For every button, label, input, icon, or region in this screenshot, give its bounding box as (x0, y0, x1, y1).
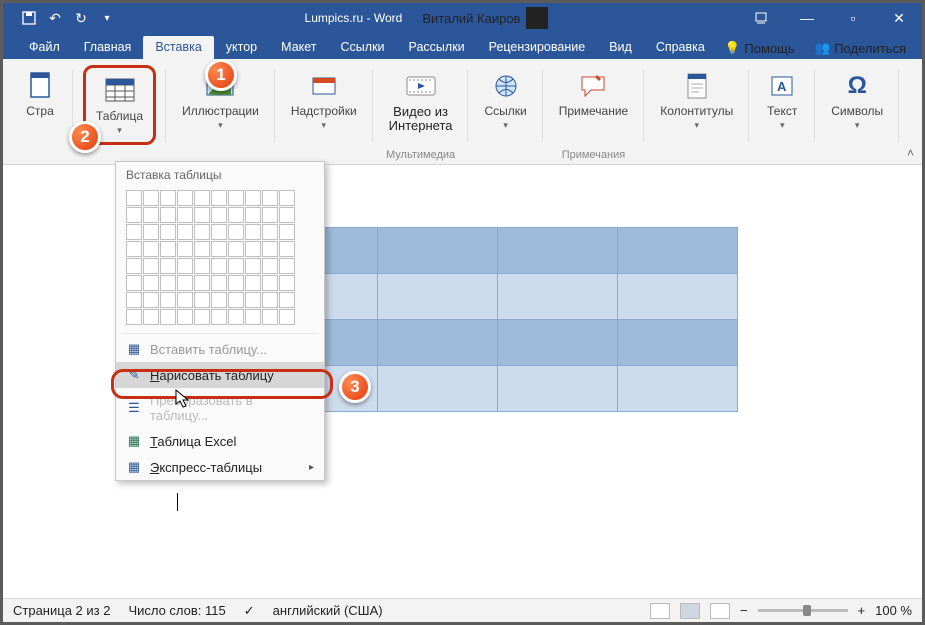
status-word-count[interactable]: Число слов: 115 (128, 603, 225, 618)
menu-draw-table[interactable]: ✎ Нарисовать таблицу (116, 362, 324, 388)
redo-icon[interactable]: ↻ (73, 10, 89, 26)
text-cursor (177, 493, 178, 511)
convert-icon: ☰ (126, 400, 142, 416)
menu-excel-table[interactable]: ▦ Таблица Excel (116, 428, 324, 454)
undo-icon[interactable]: ↶ (47, 10, 63, 26)
text-button[interactable]: A Текст ▾ (759, 65, 805, 135)
menu-quick-tables[interactable]: ▦ Экспресс-таблицы ▸ (116, 454, 324, 480)
chevron-right-icon: ▸ (309, 462, 314, 473)
callout-badge-1: 1 (205, 59, 237, 91)
share-button[interactable]: 👥 Поделиться (809, 38, 912, 59)
addins-button[interactable]: Надстройки ▾ (285, 65, 363, 135)
group-label-media: Мультимедиа (373, 149, 469, 161)
tab-design[interactable]: уктор (214, 36, 269, 59)
view-print-layout[interactable] (680, 603, 700, 619)
callout-badge-3: 3 (339, 371, 371, 403)
tab-insert[interactable]: Вставка (143, 36, 213, 59)
symbols-button[interactable]: Ω Символы ▾ (825, 65, 889, 135)
addins-icon (307, 69, 341, 103)
tab-layout[interactable]: Макет (269, 36, 328, 59)
tab-view[interactable]: Вид (597, 36, 644, 59)
quick-table-icon: ▦ (126, 459, 142, 475)
view-web-layout[interactable] (710, 603, 730, 619)
links-button[interactable]: Ссылки ▾ (478, 65, 532, 135)
avatar (526, 7, 548, 29)
pages-button[interactable]: Стра (17, 65, 63, 122)
zoom-value[interactable]: 100 % (875, 603, 912, 618)
textbox-icon: A (765, 69, 799, 103)
header-footer-icon (680, 69, 714, 103)
zoom-slider[interactable] (758, 609, 848, 612)
table-dropdown: Вставка таблицы ▦ Вставить таблицу... ✎ … (115, 161, 325, 481)
minimize-button[interactable]: — (784, 3, 830, 33)
zoom-out-button[interactable]: − (740, 603, 748, 618)
group-label-comments: Примечания (543, 149, 644, 161)
tab-home[interactable]: Главная (72, 36, 144, 59)
maximize-button[interactable]: ▫ (830, 3, 876, 33)
menu-convert-text[interactable]: ☰ Преобразовать в таблицу... (116, 388, 324, 428)
save-icon[interactable] (21, 10, 37, 26)
view-read-mode[interactable] (650, 603, 670, 619)
table-size-grid[interactable] (116, 186, 324, 331)
comment-button[interactable]: Примечание (553, 65, 634, 122)
status-page[interactable]: Страница 2 из 2 (13, 603, 110, 618)
qat-dropdown-icon[interactable]: ▾ (99, 10, 115, 26)
pencil-icon: ✎ (126, 367, 142, 383)
status-language[interactable]: английский (США) (273, 603, 383, 618)
omega-icon: Ω (840, 69, 874, 103)
chevron-down-icon: ▾ (117, 125, 122, 136)
grid-icon: ▦ (126, 341, 142, 357)
comment-icon (576, 69, 610, 103)
word-window: ↶ ↻ ▾ Lumpics.ru - Word Виталий Каиров —… (0, 0, 925, 625)
headerfooter-button[interactable]: Колонтитулы ▾ (654, 65, 739, 135)
table-icon (103, 74, 137, 108)
tell-me-button[interactable]: 💡 Помощь (719, 38, 801, 59)
ribbon-tabs: Файл Главная Вставка уктор Макет Ссылки … (3, 33, 922, 59)
quick-access-toolbar: ↶ ↻ ▾ (3, 10, 115, 26)
tab-review[interactable]: Рецензирование (477, 36, 598, 59)
ribbon-options-icon[interactable] (738, 3, 784, 33)
tab-help[interactable]: Справка (644, 36, 717, 59)
zoom-in-button[interactable]: + (858, 603, 866, 618)
ribbon: Стра Таблица ▾ Иллюстрации ▾ Надстрой (3, 59, 922, 165)
tab-mailings[interactable]: Рассылки (397, 36, 477, 59)
callout-badge-2: 2 (69, 121, 101, 153)
dropdown-header: Вставка таблицы (116, 162, 324, 186)
title-bar: ↶ ↻ ▾ Lumpics.ru - Word Виталий Каиров —… (3, 3, 922, 33)
collapse-ribbon-icon[interactable]: ˄ (907, 146, 914, 160)
status-bar: Страница 2 из 2 Число слов: 115 ✓ англий… (3, 598, 922, 622)
svg-text:A: A (777, 79, 787, 94)
tab-references[interactable]: Ссылки (329, 36, 397, 59)
excel-icon: ▦ (126, 433, 142, 449)
user-name[interactable]: Виталий Каиров (422, 7, 548, 29)
online-video-button[interactable]: Видео изИнтернета (383, 65, 459, 138)
menu-insert-table[interactable]: ▦ Вставить таблицу... (116, 336, 324, 362)
document-title: Lumpics.ru - Word (305, 11, 403, 25)
tab-file[interactable]: Файл (17, 36, 72, 59)
spellcheck-icon[interactable]: ✓ (244, 603, 255, 619)
link-icon (489, 69, 523, 103)
video-icon (404, 69, 438, 103)
close-button[interactable]: ✕ (876, 3, 922, 33)
page-icon (23, 69, 57, 103)
